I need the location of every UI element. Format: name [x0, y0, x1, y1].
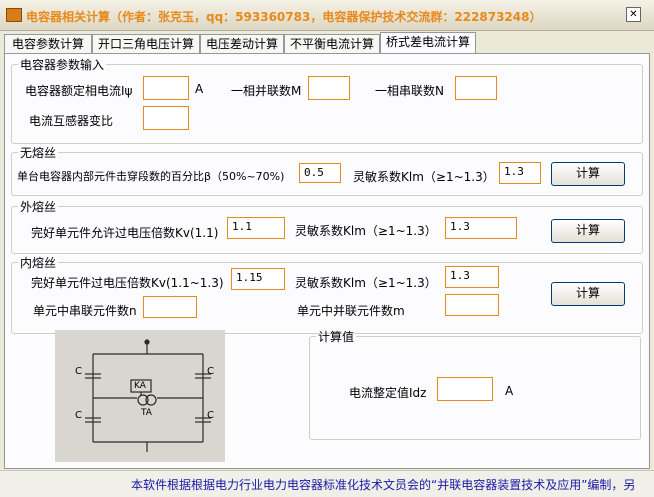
diagram-label-ka: KA [134, 381, 146, 391]
internal-kv-input[interactable]: 1.15 [231, 268, 285, 290]
rated-current-label: 电容器额定相电流Iψ [25, 84, 133, 98]
diagram-label-c1: C [75, 366, 82, 377]
series-count-input[interactable] [455, 76, 497, 100]
tab-unbalanced-current[interactable]: 不平衡电流计算 [284, 34, 380, 53]
diagram-label-ta: TA [141, 408, 152, 418]
internal-series-label: 单元中串联元件数n [33, 304, 137, 318]
status-text: 本软件根据根据电力行业电力电容器标准化技术文员会的“并联电容器装置技术及应用”编… [131, 478, 636, 492]
external-sensitivity-input[interactable]: 1.3 [445, 217, 517, 239]
internal-sensitivity-input[interactable]: 1.3 [445, 266, 499, 288]
parallel-count-label: 一相并联数M [231, 84, 302, 98]
result-legend: 计算值 [318, 330, 355, 344]
external-fuse-legend: 外熔丝 [20, 200, 57, 214]
beta-input[interactable]: 0.5 [299, 163, 341, 183]
internal-fuse-legend: 内熔丝 [20, 256, 57, 270]
internal-parallel-label: 单元中并联元件数m [297, 304, 405, 318]
internal-parallel-input[interactable] [445, 294, 499, 316]
internal-sensitivity-label: 灵敏系数Klm（≥1~1.3） [295, 276, 437, 290]
no-fuse-legend: 无熔丝 [20, 146, 57, 160]
title-bar: 电容器相关计算（作者：张克玉，qq：593360783，电容器保护技术交流群：2… [0, 0, 654, 31]
rated-current-input[interactable] [143, 76, 189, 100]
tab-voltage-differential[interactable]: 电压差动计算 [200, 34, 284, 53]
diagram-label-c4: C [207, 410, 214, 421]
capacitor-params-group: 电容器参数输入 [11, 56, 643, 144]
capacitor-params-legend: 电容器参数输入 [20, 58, 105, 72]
diagram-label-c2: C [207, 366, 214, 377]
beta-label: 单台电容器内部元件击穿段数的百分比β（50%~70%) [17, 170, 285, 183]
tab-bridge-differential[interactable]: 桥式差电流计算 [380, 32, 476, 54]
tab-open-delta-voltage[interactable]: 开口三角电压计算 [92, 34, 200, 53]
status-bar: 本软件根据根据电力行业电力电容器标准化技术文员会的“并联电容器装置技术及应用”编… [0, 470, 654, 497]
internal-calc-button[interactable]: 计算 [551, 282, 625, 306]
no-fuse-sensitivity-label: 灵敏系数Klm（≥1~1.3） [353, 170, 495, 184]
close-button[interactable]: ✕ [626, 7, 641, 22]
setting-value-output[interactable] [437, 377, 493, 401]
internal-fuse-group: 内熔丝 [11, 254, 643, 334]
circuit-svg [85, 339, 211, 452]
internal-kv-label: 完好单元件过电压倍数Kv(1.1~1.3) [31, 276, 224, 290]
window-title: 电容器相关计算（作者：张克玉，qq：593360783，电容器保护技术交流群：2… [26, 10, 542, 24]
diagram-label-c3: C [75, 410, 82, 421]
external-kv-label: 完好单元件允许过电压倍数Kv(1.1) [31, 226, 219, 240]
series-count-label: 一相串联数N [375, 84, 444, 98]
internal-series-input[interactable] [143, 296, 197, 318]
no-fuse-sensitivity-input[interactable]: 1.3 [499, 162, 541, 184]
tab-panel: 电容器参数输入 电容器额定相电流Iψ A 一相并联数M 一相串联数N 电流互感器… [4, 53, 650, 469]
ct-ratio-label: 电流互感器变比 [29, 114, 114, 128]
ct-ratio-input[interactable] [143, 106, 189, 130]
bridge-circuit-diagram: C C C C KA TA [55, 330, 225, 462]
external-calc-button[interactable]: 计算 [551, 219, 625, 243]
setting-value-unit: A [505, 384, 514, 398]
setting-value-label: 电流整定值Idz [349, 386, 427, 400]
parallel-count-input[interactable] [308, 76, 350, 100]
app-icon [6, 8, 22, 22]
rated-current-unit: A [195, 82, 204, 96]
tab-capacitor-params[interactable]: 电容参数计算 [4, 34, 92, 53]
external-kv-input[interactable]: 1.1 [227, 217, 285, 239]
no-fuse-calc-button[interactable]: 计算 [551, 162, 625, 186]
external-sensitivity-label: 灵敏系数Klm（≥1~1.3） [295, 224, 437, 238]
